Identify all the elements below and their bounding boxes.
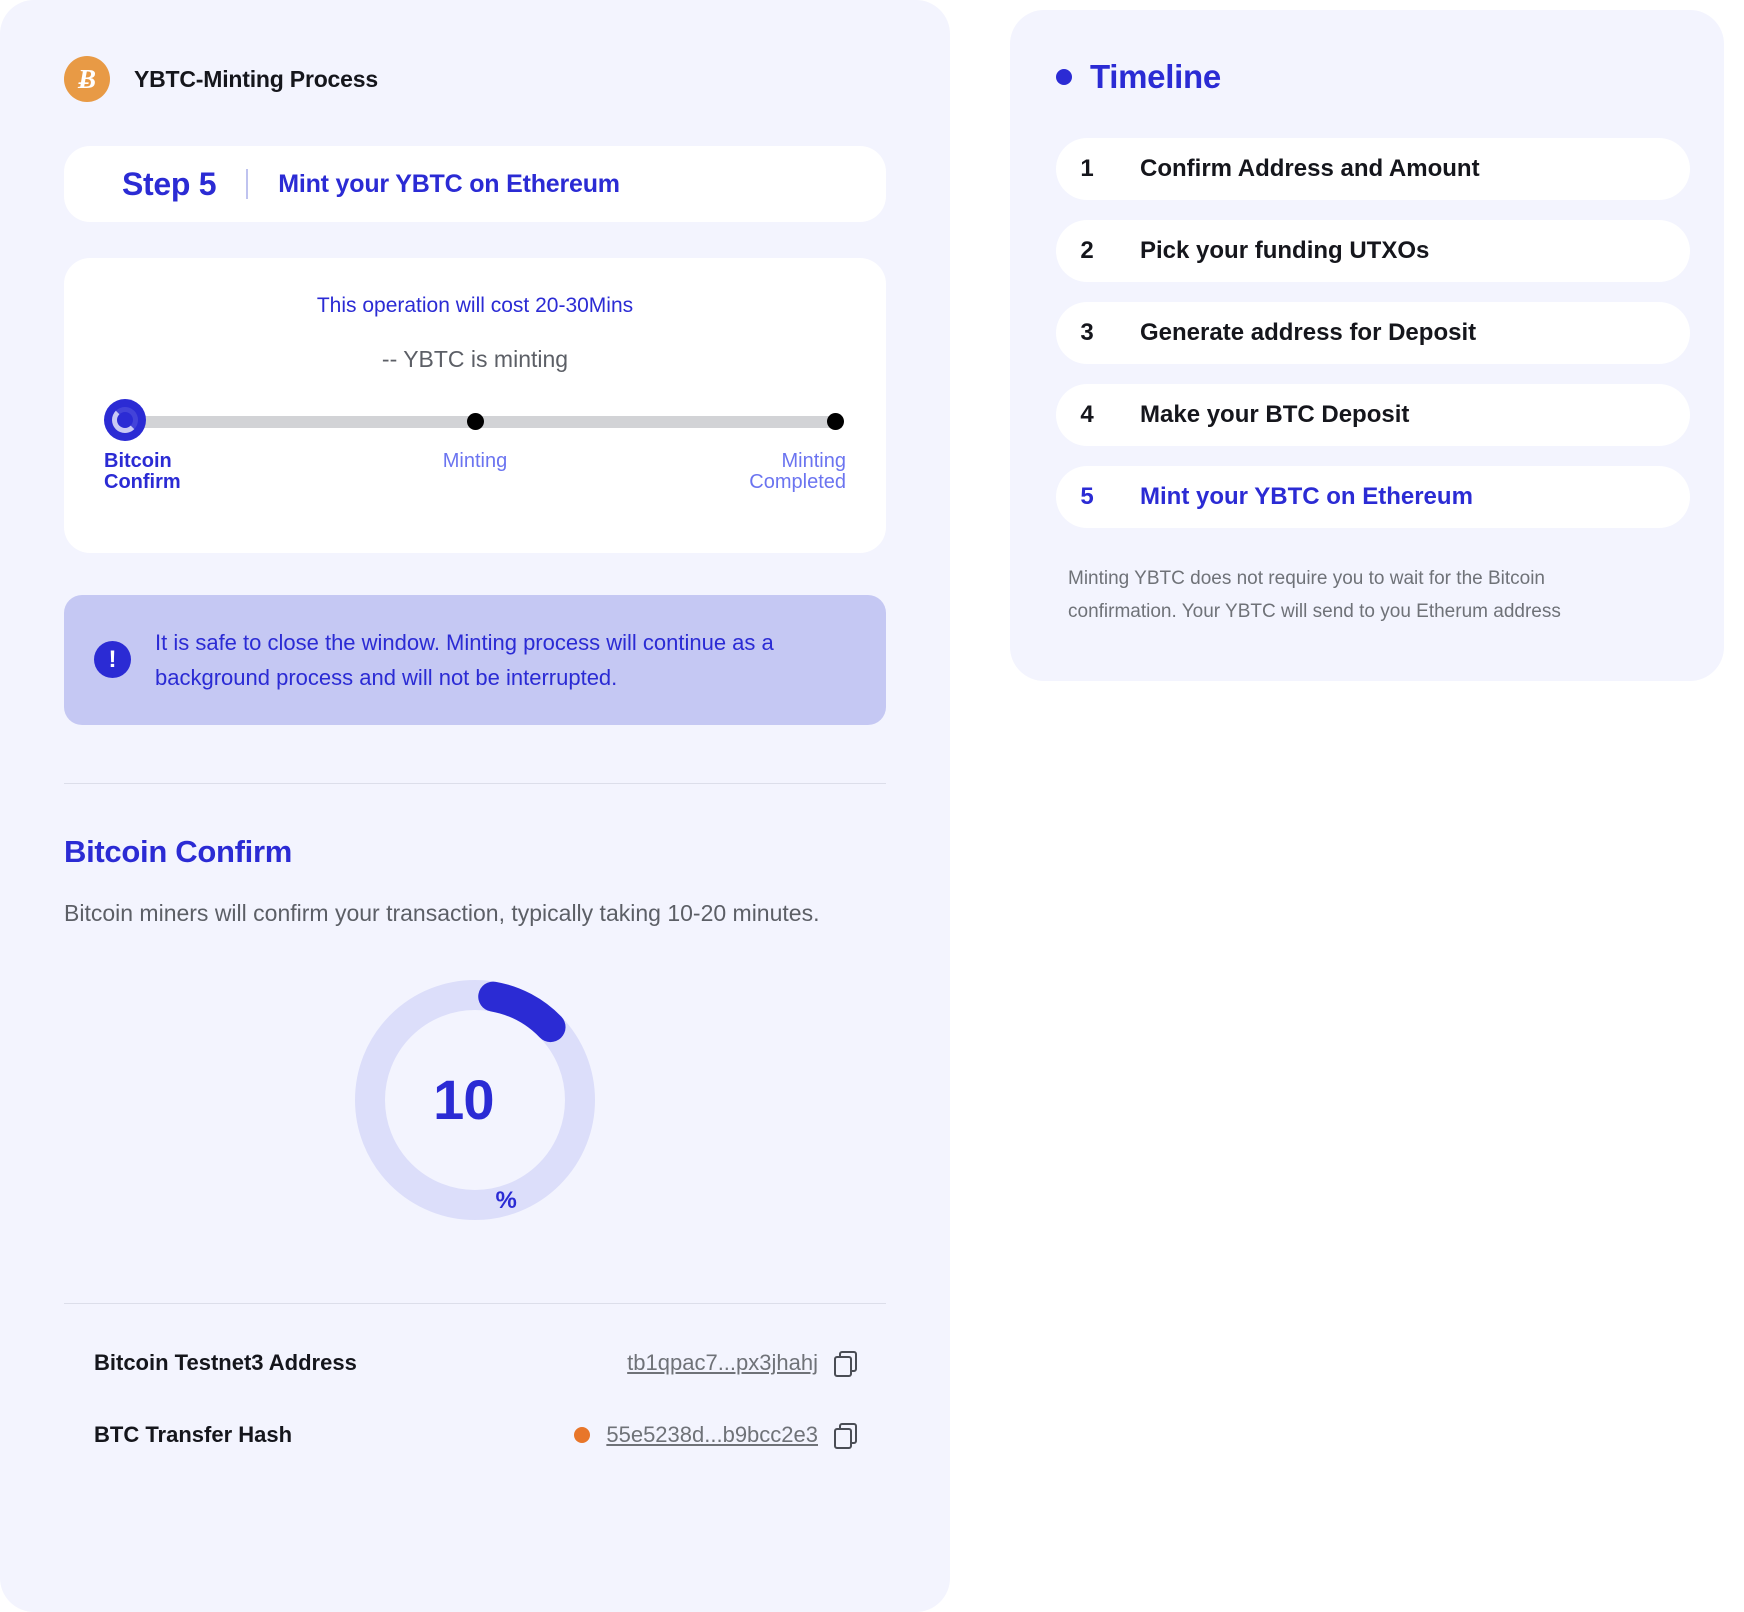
minting-progress-card: This operation will cost 20-30Mins -- YB… <box>64 258 886 553</box>
exclamation-icon: ! <box>94 641 131 678</box>
btc-transfer-hash-link[interactable]: 55e5238d...b9bcc2e3 <box>606 1422 818 1448</box>
timeline-item-number: 1 <box>1080 155 1094 182</box>
timeline-item-3[interactable]: 3 Generate address for Deposit <box>1056 302 1690 364</box>
section-divider <box>64 783 886 785</box>
detail-label-address: Bitcoin Testnet3 Address <box>94 1349 357 1375</box>
status-dot-icon <box>574 1426 591 1443</box>
stepper-label-minting: Minting <box>442 450 508 472</box>
stepper-node-completed <box>827 413 844 430</box>
timeline-column: Timeline 1 Confirm Address and Amount 2 … <box>1010 0 1744 1612</box>
app-header: Ƀ YBTC-Minting Process <box>64 56 886 102</box>
operation-cost-text: This operation will cost 20-30Mins <box>316 294 634 317</box>
timeline-item-label: Mint your YBTC on Ethereum <box>1140 483 1473 510</box>
minting-status-text: -- YBTC is minting <box>381 346 569 372</box>
safe-to-close-banner: ! It is safe to close the window. Mintin… <box>64 595 886 726</box>
timeline-item-4[interactable]: 4 Make your BTC Deposit <box>1056 384 1690 446</box>
timeline-item-number: 4 <box>1080 401 1094 428</box>
page-title: YBTC-Minting Process <box>134 65 378 92</box>
timeline-item-label: Generate address for Deposit <box>1140 319 1477 346</box>
timeline-panel: Timeline 1 Confirm Address and Amount 2 … <box>1010 10 1724 681</box>
bitcoin-confirm-description: Bitcoin miners will confirm your transac… <box>64 900 820 927</box>
stepper-label-bitcoin-confirm: Bitcoin Confirm <box>104 450 181 493</box>
details-divider <box>64 1302 886 1304</box>
timeline-item-2[interactable]: 2 Pick your funding UTXOs <box>1056 220 1690 282</box>
minting-stepper <box>104 399 846 441</box>
timeline-item-label: Make your BTC Deposit <box>1140 401 1410 428</box>
stepper-labels: Bitcoin Confirm Minting Minting Complete… <box>104 451 846 509</box>
copy-icon[interactable] <box>834 1422 857 1449</box>
confirmation-progress-wrap: 10 % <box>64 971 886 1229</box>
bitcoin-address-link[interactable]: tb1qpac7...px3jhahj <box>627 1350 818 1376</box>
progress-percent-value: 10 <box>433 1068 494 1132</box>
copy-icon[interactable] <box>834 1350 857 1377</box>
spinner-ring <box>112 407 138 433</box>
bitcoin-icon: Ƀ <box>64 56 110 102</box>
timeline-item-number: 5 <box>1080 483 1094 510</box>
detail-label-hash: BTC Transfer Hash <box>94 1421 293 1447</box>
stepper-label-minting-completed: Minting Completed <box>749 450 846 493</box>
timeline-item-label: Confirm Address and Amount <box>1140 155 1480 182</box>
detail-row-hash: BTC Transfer Hash 55e5238d...b9bcc2e3 <box>64 1421 886 1449</box>
progress-value-group: 10 % <box>346 971 604 1229</box>
confirmation-progress-ring: 10 % <box>346 971 604 1229</box>
minting-process-panel: Ƀ YBTC-Minting Process Step 5 Mint your … <box>0 0 950 1612</box>
timeline-title: Timeline <box>1090 58 1221 95</box>
timeline-item-1[interactable]: 1 Confirm Address and Amount <box>1056 138 1690 200</box>
page-root: Ƀ YBTC-Minting Process Step 5 Mint your … <box>0 0 1744 1612</box>
safe-to-close-text: It is safe to close the window. Minting … <box>155 630 774 691</box>
detail-row-address: Bitcoin Testnet3 Address tb1qpac7...px3j… <box>64 1349 886 1377</box>
timeline-bullet-icon <box>1056 69 1072 85</box>
timeline-header: Timeline <box>1056 58 1690 96</box>
bitcoin-confirm-heading: Bitcoin Confirm <box>64 834 292 870</box>
timeline-note: Minting YBTC does not require you to wai… <box>1068 568 1561 623</box>
step-title-label: Mint your YBTC on Ethereum <box>278 169 620 198</box>
step-banner: Step 5 Mint your YBTC on Ethereum <box>64 146 886 222</box>
step-number-label: Step 5 <box>122 165 217 202</box>
timeline-item-number: 2 <box>1080 237 1094 264</box>
progress-percent-sign: % <box>495 1186 517 1214</box>
stepper-node-minting <box>467 413 484 430</box>
detail-value-group-hash: 55e5238d...b9bcc2e3 <box>574 1422 857 1449</box>
stepper-track <box>126 416 842 428</box>
timeline-item-number: 3 <box>1080 319 1094 346</box>
step-divider <box>246 169 249 199</box>
detail-value-group-address: tb1qpac7...px3jhahj <box>627 1350 857 1377</box>
stepper-node-active-spinner-icon <box>104 399 146 441</box>
timeline-item-label: Pick your funding UTXOs <box>1140 237 1430 264</box>
timeline-item-5[interactable]: 5 Mint your YBTC on Ethereum <box>1056 466 1690 528</box>
